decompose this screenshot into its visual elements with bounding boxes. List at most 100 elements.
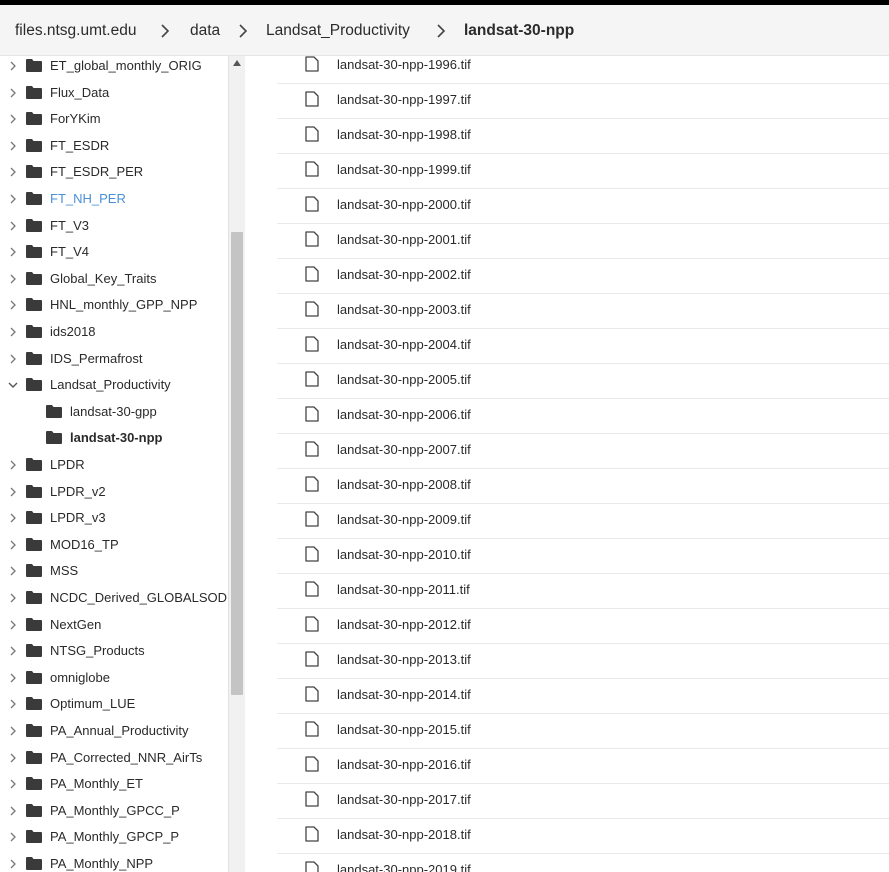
tree-item[interactable]: PA_Monthly_NPP (0, 851, 228, 872)
file-row[interactable]: landsat-30-npp-2001.tif (277, 223, 889, 259)
file-row[interactable]: landsat-30-npp-2006.tif (277, 398, 889, 434)
tree-item[interactable]: LPDR_v3 (0, 505, 228, 531)
file-row[interactable]: landsat-30-npp-1997.tif (277, 83, 889, 119)
file-row[interactable]: landsat-30-npp-1999.tif (277, 153, 889, 189)
chevron-right-icon[interactable] (8, 726, 18, 736)
breadcrumb-item-host[interactable]: files.ntsg.umt.edu (15, 22, 136, 40)
chevron-right-icon[interactable] (8, 513, 18, 523)
chevron-right-icon[interactable] (8, 753, 18, 763)
chevron-right-icon[interactable] (8, 699, 18, 709)
file-row[interactable]: landsat-30-npp-2008.tif (277, 468, 889, 504)
tree-item[interactable]: FT_V3 (0, 213, 228, 239)
chevron-right-icon[interactable] (8, 620, 18, 630)
tree-item[interactable]: PA_Annual_Productivity (0, 718, 228, 744)
file-row[interactable]: landsat-30-npp-2009.tif (277, 503, 889, 539)
breadcrumb-item-landsat-productivity[interactable]: Landsat_Productivity (266, 22, 410, 40)
tree-item[interactable]: MSS (0, 558, 228, 584)
file-row[interactable]: landsat-30-npp-2010.tif (277, 538, 889, 574)
file-row[interactable]: landsat-30-npp-2016.tif (277, 748, 889, 784)
chevron-right-icon[interactable] (8, 88, 18, 98)
tree-item[interactable]: Flux_Data (0, 80, 228, 106)
tree-item[interactable]: ids2018 (0, 319, 228, 345)
tree-item[interactable]: omniglobe (0, 665, 228, 691)
tree-item[interactable]: IDS_Permafrost (0, 346, 228, 372)
chevron-right-icon[interactable] (8, 114, 18, 124)
chevron-right-icon[interactable] (8, 221, 18, 231)
tree-item-label: landsat-30-npp (70, 430, 163, 446)
tree-item[interactable]: LPDR (0, 452, 228, 478)
tree-item[interactable]: landsat-30-gpp (0, 399, 228, 425)
chevron-right-icon[interactable] (8, 141, 18, 151)
file-row[interactable]: landsat-30-npp-2019.tif (277, 853, 889, 872)
chevron-right-icon[interactable] (8, 566, 18, 576)
file-row[interactable]: landsat-30-npp-2015.tif (277, 713, 889, 749)
chevron-right-icon[interactable] (8, 274, 18, 284)
file-row[interactable]: landsat-30-npp-2014.tif (277, 678, 889, 714)
file-row[interactable]: landsat-30-npp-2013.tif (277, 643, 889, 679)
tree-item[interactable]: Landsat_Productivity (0, 372, 228, 398)
tree-item-label: IDS_Permafrost (50, 350, 143, 366)
chevron-right-icon[interactable] (8, 646, 18, 656)
chevron-right-icon[interactable] (8, 327, 18, 337)
chevron-right-icon[interactable] (8, 673, 18, 683)
tree-item-label: PA_Monthly_ET (50, 776, 143, 792)
chevron-right-icon[interactable] (8, 194, 18, 204)
file-row[interactable]: landsat-30-npp-2017.tif (277, 783, 889, 819)
file-row[interactable]: landsat-30-npp-2000.tif (277, 188, 889, 224)
tree-item[interactable]: Global_Key_Traits (0, 266, 228, 292)
tree-item[interactable]: PA_Corrected_NNR_AirTs (0, 745, 228, 771)
scrollbar-thumb[interactable] (231, 232, 243, 695)
file-icon (305, 861, 319, 872)
tree-item[interactable]: HNL_monthly_GPP_NPP (0, 292, 228, 318)
arrow-up-icon[interactable] (233, 60, 241, 66)
tree-item[interactable]: PA_Monthly_GPCP_P (0, 824, 228, 850)
file-row[interactable]: landsat-30-npp-2011.tif (277, 573, 889, 609)
chevron-right-icon[interactable] (8, 806, 18, 816)
chevron-right-icon[interactable] (8, 779, 18, 789)
tree-item-label: PA_Monthly_GPCC_P (50, 802, 180, 818)
file-row[interactable]: landsat-30-npp-2005.tif (277, 363, 889, 399)
tree-item[interactable]: PA_Monthly_ET (0, 771, 228, 797)
breadcrumb-item-current: landsat-30-npp (464, 22, 575, 39)
tree-item[interactable]: landsat-30-npp (0, 425, 228, 451)
chevron-right-icon[interactable] (8, 247, 18, 257)
chevron-right-icon[interactable] (8, 354, 18, 364)
tree-item[interactable]: NCDC_Derived_GLOBALSOD (0, 585, 228, 611)
chevron-right-icon[interactable] (8, 859, 18, 869)
chevron-right-icon[interactable] (8, 487, 18, 497)
tree-item[interactable]: MOD16_TP (0, 532, 228, 558)
tree-item[interactable]: FT_ESDR_PER (0, 159, 228, 185)
chevron-right-icon[interactable] (8, 593, 18, 603)
tree-item[interactable]: Optimum_LUE (0, 691, 228, 717)
file-name: landsat-30-npp-1997.tif (337, 92, 471, 107)
tree-item[interactable]: FT_ESDR (0, 133, 228, 159)
chevron-right-icon[interactable] (8, 167, 18, 177)
tree-item[interactable]: NextGen (0, 612, 228, 638)
file-row[interactable]: landsat-30-npp-2003.tif (277, 293, 889, 329)
tree-item[interactable]: FT_NH_PER (0, 186, 228, 212)
tree-item[interactable]: NTSG_Products (0, 638, 228, 664)
tree-item[interactable]: LPDR_v2 (0, 479, 228, 505)
file-row[interactable]: landsat-30-npp-2018.tif (277, 818, 889, 854)
file-row[interactable]: landsat-30-npp-2007.tif (277, 433, 889, 469)
chevron-right-icon[interactable] (8, 832, 18, 842)
tree-item[interactable]: PA_Monthly_GPCC_P (0, 798, 228, 824)
file-icon (305, 686, 319, 702)
tree-item[interactable]: FT_V4 (0, 239, 228, 265)
file-row[interactable]: landsat-30-npp-2002.tif (277, 258, 889, 294)
tree-item[interactable]: ForYKim (0, 106, 228, 132)
chevron-right-icon[interactable] (8, 300, 18, 310)
chevron-right-icon[interactable] (8, 61, 18, 71)
chevron-down-icon[interactable] (8, 380, 18, 390)
chevron-right-icon[interactable] (8, 540, 18, 550)
sidebar-scrollbar[interactable] (228, 56, 245, 872)
file-row[interactable]: landsat-30-npp-1998.tif (277, 118, 889, 154)
file-row[interactable]: landsat-30-npp-2004.tif (277, 328, 889, 364)
file-icon (305, 511, 319, 527)
tree-item[interactable]: ET_global_monthly_ORIG (0, 56, 228, 79)
folder-icon (26, 165, 42, 179)
file-row[interactable]: landsat-30-npp-2012.tif (277, 608, 889, 644)
file-row[interactable]: landsat-30-npp-1996.tif (277, 56, 889, 84)
chevron-right-icon[interactable] (8, 460, 18, 470)
breadcrumb-item-data[interactable]: data (190, 22, 220, 40)
